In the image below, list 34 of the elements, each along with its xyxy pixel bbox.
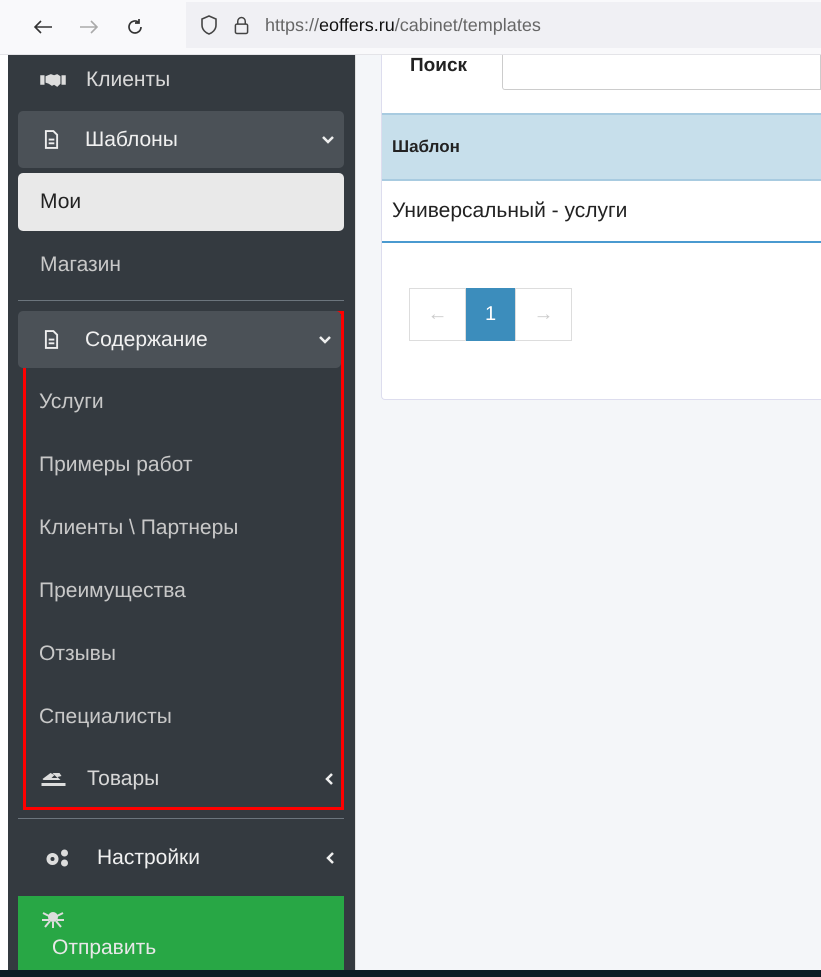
sidebar-group-header[interactable]: Шаблоны	[18, 111, 344, 168]
chevron-down-icon	[319, 336, 331, 344]
sidebar-item[interactable]: Отзывы	[26, 625, 341, 683]
shield-icon	[200, 15, 218, 35]
forward-arrow-icon	[79, 19, 99, 35]
search-label: Поиск	[409, 55, 468, 77]
sidebar-item[interactable]: Клиенты	[18, 49, 344, 111]
url-text: https://eoffers.ru/cabinet/templates	[265, 14, 541, 36]
sidebar-item[interactable]: Клиенты \ Партнеры	[26, 499, 341, 557]
lock-icon	[234, 15, 249, 35]
sidebar-group-header[interactable]: Настройки	[18, 829, 344, 886]
sidebar-item[interactable]: Примеры работ	[26, 436, 341, 494]
gears-icon	[44, 848, 71, 868]
address-bar[interactable]: https://eoffers.ru/cabinet/templates	[186, 2, 821, 48]
sidebar-group-header[interactable]: Товары	[26, 751, 341, 807]
sidebar-item[interactable]: Специалисты	[26, 688, 341, 746]
document-icon	[44, 130, 59, 149]
chevron-left-icon	[325, 773, 333, 785]
swimmer-icon	[40, 770, 67, 788]
chevron-down-icon	[322, 136, 334, 144]
document-icon	[44, 330, 59, 349]
sidebar-item[interactable]: Услуги	[26, 373, 341, 431]
handshake-icon	[40, 72, 66, 88]
table-cell: Универсальный - услуги	[392, 199, 628, 223]
column-header: Шаблон	[392, 137, 460, 157]
page-button[interactable]: 1	[466, 288, 515, 341]
chevron-left-icon	[326, 852, 334, 864]
reload-icon	[126, 18, 144, 36]
sidebar-item[interactable]: Мои	[18, 173, 344, 231]
sidebar-group-header[interactable]: Содержание	[18, 311, 341, 368]
sidebar-item[interactable]: Преимущества	[26, 562, 341, 620]
back-arrow-icon	[33, 19, 53, 35]
sidebar-item[interactable]: Магазин	[18, 236, 344, 294]
search-field[interactable]	[502, 55, 821, 90]
